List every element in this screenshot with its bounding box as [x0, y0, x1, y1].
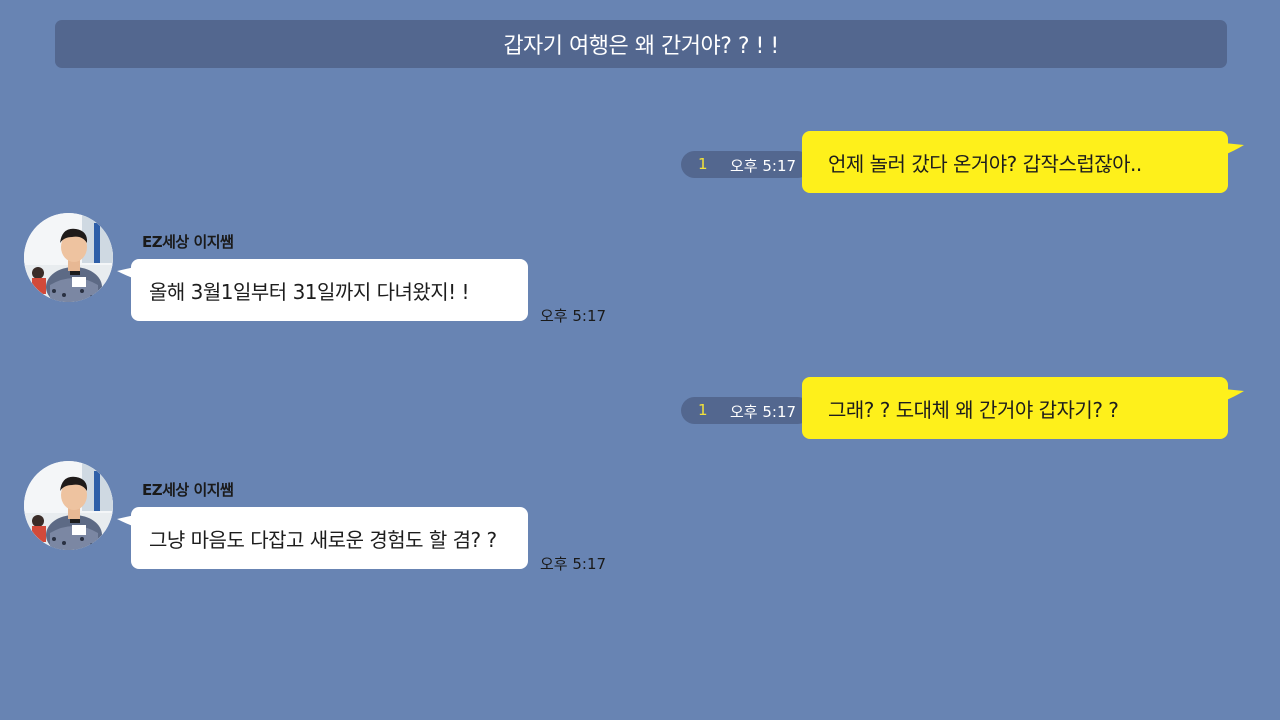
message-text: 올해 3월1일부터 31일까지 다녀왔지! !: [149, 279, 470, 304]
unread-count: 1: [698, 155, 708, 173]
my-message-row: 1 오후 5:17 언제 놀러 갔다 온거야? 갑작스럽잖아..: [0, 131, 1280, 193]
incoming-message-bubble[interactable]: 그냥 마음도 다잡고 새로운 경험도 할 겸? ?: [131, 507, 528, 569]
my-message-bubble[interactable]: 그래? ? 도대체 왜 간거야 갑자기? ?: [802, 377, 1228, 439]
message-meta: 1 오후 5:17: [681, 397, 811, 424]
chat-title-bar: 갑자기 여행은 왜 간거야? ? ! !: [55, 20, 1227, 68]
message-time: 오후 5:17: [540, 307, 607, 325]
unread-count: 1: [698, 401, 708, 419]
avatar[interactable]: [24, 461, 113, 550]
message-time: 오후 5:17: [540, 555, 607, 573]
message-text: 그냥 마음도 다잡고 새로운 경험도 할 겸? ?: [149, 527, 497, 552]
incoming-message-row: EZ세상 이지쌤 올해 3월1일부터 31일까지 다녀왔지! ! 오후 5:17: [0, 213, 1280, 325]
message-time: 오후 5:17: [730, 403, 797, 421]
my-message-row: 1 오후 5:17 그래? ? 도대체 왜 간거야 갑자기? ?: [0, 377, 1280, 439]
message-time: 오후 5:17: [730, 157, 797, 175]
message-meta: 1 오후 5:17: [681, 151, 811, 178]
incoming-message-row: EZ세상 이지쌤 그냥 마음도 다잡고 새로운 경험도 할 겸? ? 오후 5:…: [0, 461, 1280, 573]
profile-photo-icon: [24, 213, 113, 302]
avatar[interactable]: [24, 213, 113, 302]
message-text: 언제 놀러 갔다 온거야? 갑작스럽잖아..: [828, 151, 1142, 176]
sender-name: EZ세상 이지쌤: [142, 233, 234, 251]
profile-photo-icon: [24, 461, 113, 550]
sender-name: EZ세상 이지쌤: [142, 481, 234, 499]
message-text: 그래? ? 도대체 왜 간거야 갑자기? ?: [828, 397, 1119, 422]
chat-title: 갑자기 여행은 왜 간거야? ? ! !: [503, 34, 779, 59]
incoming-message-bubble[interactable]: 올해 3월1일부터 31일까지 다녀왔지! !: [131, 259, 528, 321]
my-message-bubble[interactable]: 언제 놀러 갔다 온거야? 갑작스럽잖아..: [802, 131, 1228, 193]
